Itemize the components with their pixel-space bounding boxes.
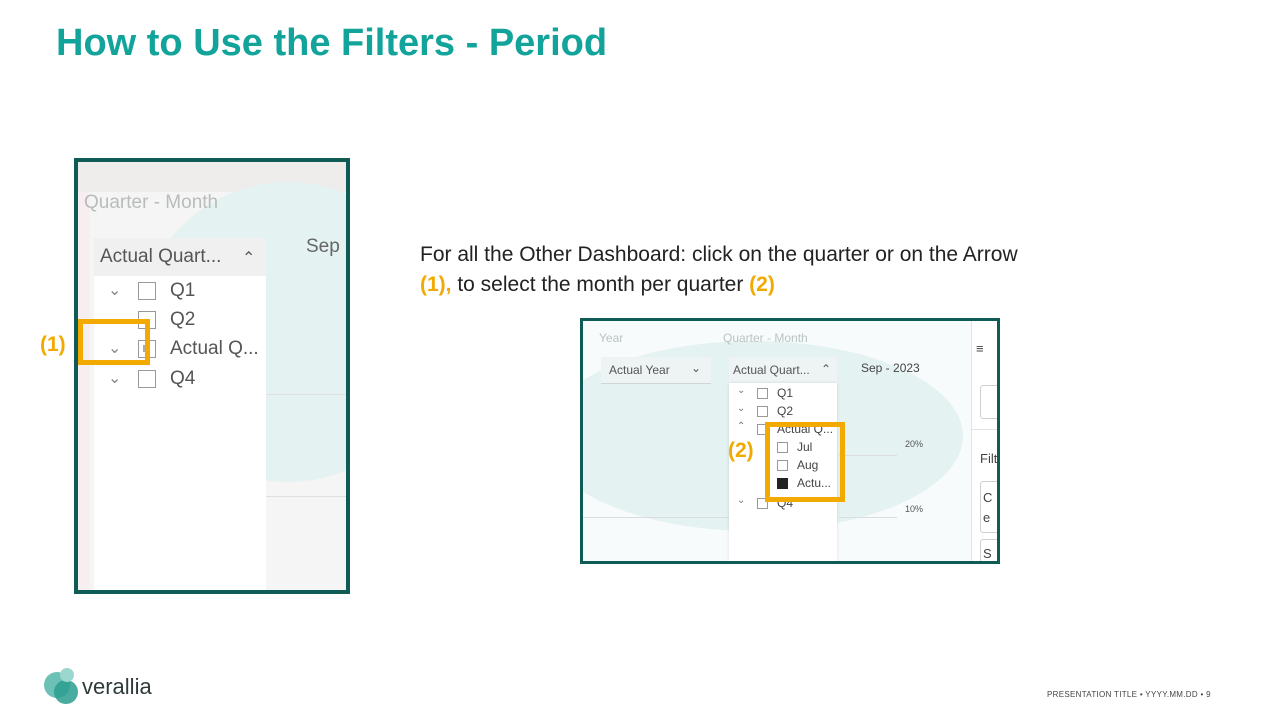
filter-card[interactable]: S — [980, 539, 997, 561]
axis-label-10: 10% — [905, 504, 924, 514]
list-item-label: Q4 — [170, 368, 196, 389]
marker-2: (2) — [749, 273, 775, 296]
list-item-q4[interactable]: ⌄ Q4 — [94, 366, 266, 394]
marker-1: (1), — [420, 273, 452, 296]
left-screenshot-frame: Quarter - Month Sep Actual Quart... ⌃ ⌄ … — [74, 158, 350, 594]
year-dropdown-label: Actual Year — [609, 363, 670, 377]
chevron-down-icon[interactable]: ⌄ — [737, 385, 745, 396]
footer-meta: PRESENTATION TITLE • YYYY.MM.DD • 9 — [1047, 690, 1211, 699]
date-label: Sep - 2023 — [861, 361, 920, 375]
filter-card-text: C — [983, 490, 993, 505]
logo-mark-icon — [60, 668, 74, 682]
list-item-q2[interactable]: ⌄ Q2 — [729, 403, 837, 421]
list-item-label: Q1 — [170, 280, 196, 301]
list-item-label: Q1 — [777, 386, 794, 400]
chevron-down-icon[interactable]: ⌄ — [737, 495, 745, 506]
filter-card-text: e — [983, 510, 991, 525]
list-item-label: Q2 — [170, 309, 196, 330]
year-header: Year — [599, 331, 624, 345]
list-item-label: Actual Q... — [170, 338, 259, 359]
sep-label: Sep — [306, 236, 340, 257]
chevron-down-icon[interactable]: ⌄ — [691, 361, 701, 375]
quarter-month-header: Quarter - Month — [84, 192, 219, 213]
chevron-up-icon[interactable]: ⌃ — [242, 248, 255, 268]
quarter-dropdown-label: Actual Quart... — [100, 246, 222, 267]
highlight-box-months — [765, 422, 845, 502]
chevron-down-icon[interactable]: ⌄ — [737, 403, 745, 414]
axis-label-20: 20% — [905, 439, 924, 449]
grid-line — [266, 394, 346, 395]
filter-search-box[interactable] — [980, 385, 997, 419]
logo-mark-icon — [54, 680, 78, 704]
verallia-logo: verallia — [44, 668, 164, 708]
filter-pane-title: Filt — [980, 451, 998, 466]
chevron-down-icon[interactable]: ⌄ — [108, 280, 121, 300]
checkbox[interactable] — [138, 282, 156, 300]
chevron-up-icon[interactable]: ⌃ — [821, 362, 831, 376]
grid-line — [266, 496, 346, 497]
instruction-text: For all the Other Dashboard: click on th… — [420, 240, 1018, 300]
chevron-down-icon[interactable]: ⌄ — [108, 368, 121, 388]
left-strip — [78, 192, 90, 590]
callout-1: (1) — [40, 333, 66, 356]
checkbox[interactable] — [757, 388, 768, 399]
slide-title: How to Use the Filters - Period — [56, 22, 608, 64]
callout-2: (2) — [728, 439, 754, 462]
checkbox[interactable] — [138, 370, 156, 388]
highlight-box-arrow — [78, 319, 150, 365]
quarter-month-header: Quarter - Month — [723, 331, 808, 345]
filter-card-text: S — [983, 546, 992, 561]
list-item-label: Q2 — [777, 404, 794, 418]
list-item-q1[interactable]: ⌄ Q1 — [729, 385, 837, 403]
quarter-dropdown[interactable]: Actual Quart... ⌃ — [94, 238, 266, 277]
year-dropdown[interactable]: Actual Year ⌄ — [601, 357, 711, 384]
instruction-line-2-text: to select the month per quarter — [451, 273, 750, 296]
filter-icon[interactable]: ≡ — [976, 341, 984, 356]
list-item-q1[interactable]: ⌄ Q1 — [94, 278, 266, 306]
instruction-line-1: For all the Other Dashboard: click on th… — [420, 243, 1018, 266]
grid-line — [583, 517, 729, 518]
divider — [972, 429, 997, 430]
logo-text: verallia — [82, 674, 152, 699]
filter-card[interactable]: C e — [980, 481, 997, 533]
quarter-dropdown-label: Actual Quart... — [733, 363, 810, 377]
filter-pane: ≡ Filt C e S — [971, 321, 998, 561]
chevron-up-icon[interactable]: ⌃ — [737, 421, 745, 432]
grid-line — [839, 455, 897, 456]
quarter-dropdown[interactable]: Actual Quart... ⌃ — [729, 357, 837, 384]
instruction-line-2: (1), to select the month per quarter (2) — [420, 270, 1018, 300]
grid-line — [839, 517, 897, 518]
checkbox[interactable] — [757, 406, 768, 417]
